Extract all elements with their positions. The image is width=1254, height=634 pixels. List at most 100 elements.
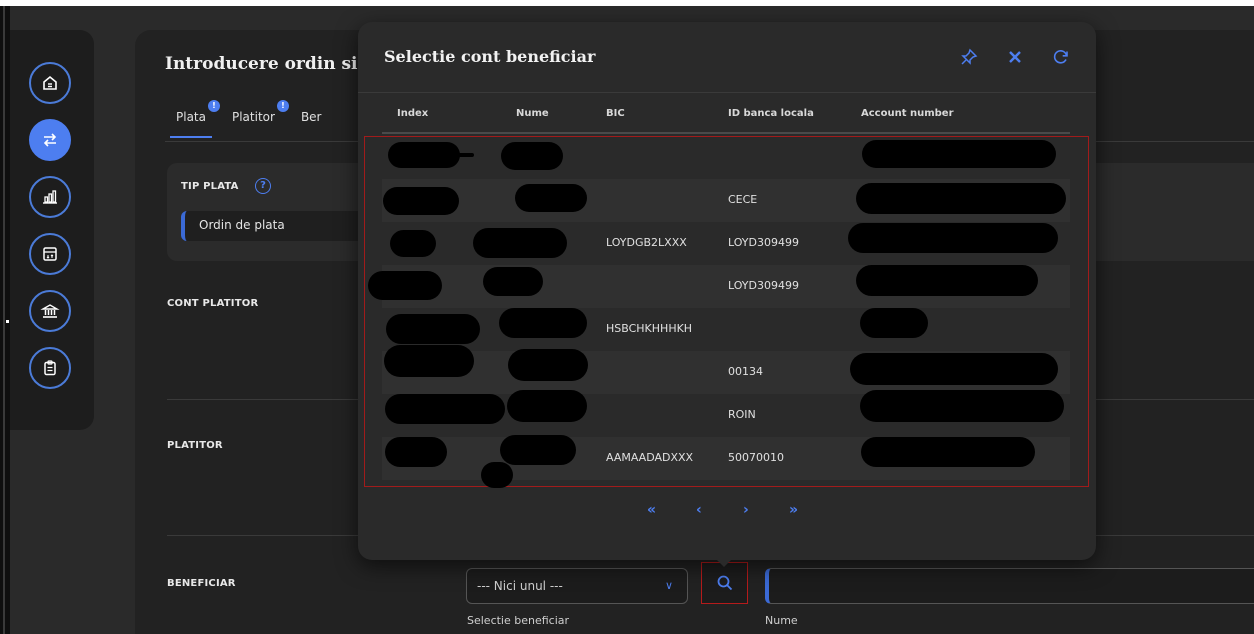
cell-bic: AAMAADADXXX [606,451,694,464]
column-header-bic[interactable]: BIC [606,108,625,119]
refresh-icon [1053,50,1068,64]
table-row[interactable]: LOYD309499 [368,265,1070,308]
refresh-button[interactable] [1050,46,1072,68]
redacted-name [508,349,588,381]
sidebar-item-reports[interactable] [29,176,71,218]
help-icon[interactable]: ? [255,178,271,194]
calendar-icon [43,247,57,261]
table-row[interactable]: ROIN [382,390,1070,437]
sidebar [10,30,94,430]
pager-prev-button[interactable]: ‹ [696,502,702,518]
table-row[interactable] [382,136,1070,179]
cell-bic: LOYDGB2LXXX [606,236,687,249]
redacted-name [499,308,587,338]
tab-beneficiar[interactable]: Ber [295,102,328,138]
table-header-divider [382,132,1070,134]
beneficiar-label: BENEFICIAR [167,578,236,589]
column-header-id-banca[interactable]: ID banca locala [728,108,814,119]
redacted-account [848,223,1058,253]
beneficiar-select[interactable]: --- Nici unul --- ∨ [466,568,688,604]
tab-label: Platitor [231,110,275,124]
edge-marker [6,320,9,323]
tab-bar: Plata ! Platitor ! Ber [170,100,328,138]
redacted-index [383,187,459,215]
redacted-account [860,390,1064,422]
sidebar-item-bank[interactable] [29,290,71,332]
sidebar-item-calendar[interactable] [29,233,71,275]
redacted-name [483,267,543,296]
tab-label: Ber [300,110,322,124]
tab-plata[interactable]: Plata ! [170,100,220,138]
table-row[interactable]: HSBCHKHHHKH [382,308,1070,351]
pager-first-button[interactable]: « [647,502,656,518]
modal-title: Selectie cont beneficiar [384,47,596,66]
warning-badge: ! [276,100,289,112]
column-header-nume[interactable]: Nume [516,108,549,119]
chevron-down-icon: ∨ [664,579,673,592]
sidebar-item-transfer[interactable] [29,119,71,161]
beneficiar-select-caption: Selectie beneficiar [467,614,570,627]
platitor-label: PLATITOR [167,440,223,451]
cell-local-id: 00134 [728,365,763,378]
redacted-index [368,271,442,300]
search-beneficiar-button[interactable] [701,562,748,604]
cell-local-id: CECE [728,193,758,206]
selectie-cont-modal: Selectie cont beneficiar Index Nume BIC … [358,22,1096,567]
name-caption: Nume [765,614,798,627]
page-title: Introducere ordin si [165,54,358,74]
bank-icon [40,304,60,318]
cell-local-id: LOYD309499 [728,236,799,249]
modal-pointer [715,558,733,567]
cell-local-id: ROIN [728,408,756,421]
redacted-name [500,435,576,465]
redacted-name [473,228,567,258]
transfer-icon [43,133,57,147]
pin-button[interactable] [958,46,980,68]
search-icon [717,575,732,591]
redacted-account [861,437,1035,467]
close-icon [1009,51,1021,63]
column-header-account[interactable]: Account number [861,108,954,119]
redacted-account [850,353,1058,385]
cell-bic: HSBCHKHHHKH [606,322,693,335]
tab-platitor[interactable]: Platitor ! [226,100,289,138]
tab-label: Plata [176,110,206,124]
redacted-name [515,184,587,212]
redacted-index [385,394,505,424]
redacted-index [385,437,447,467]
redacted-account [860,308,928,338]
beneficiar-name-input[interactable] [765,568,1254,604]
warning-badge: ! [207,100,220,112]
redacted-account [856,265,1038,296]
modal-header-divider [358,92,1096,93]
column-header-index[interactable]: Index [397,108,428,119]
chart-icon [43,190,57,204]
home-icon [43,75,57,90]
table-row[interactable]: 00134 [382,345,1070,394]
cont-platitor-label: CONT PLATITOR [167,298,259,309]
sidebar-item-home[interactable] [29,62,71,104]
cell-local-id: 50070010 [728,451,784,464]
redacted-index [386,314,480,344]
pager-next-button[interactable]: › [743,502,749,518]
close-button[interactable] [1004,46,1026,68]
redacted-name [501,142,563,170]
redacted-name [507,390,587,422]
redacted-index [384,345,474,377]
redacted-mark [481,462,513,488]
redacted-index [388,142,460,168]
redacted-account [862,140,1056,168]
beneficiar-select-value: --- Nici unul --- [477,579,563,593]
pin-icon [961,48,978,65]
pager-last-button[interactable]: » [789,502,798,518]
tip-plata-label: TIP PLATA [181,181,239,192]
sidebar-item-orders[interactable] [29,347,71,389]
redacted-index [390,230,436,257]
redacted-mark [454,153,474,157]
clipboard-icon [44,360,56,376]
table-row[interactable]: AAMAADADXXX 50070010 [382,435,1070,488]
cell-local-id: LOYD309499 [728,279,799,292]
table-row[interactable]: LOYDGB2LXXX LOYD309499 [382,222,1070,265]
table-row[interactable]: CECE [382,179,1070,222]
redacted-account [856,183,1066,214]
